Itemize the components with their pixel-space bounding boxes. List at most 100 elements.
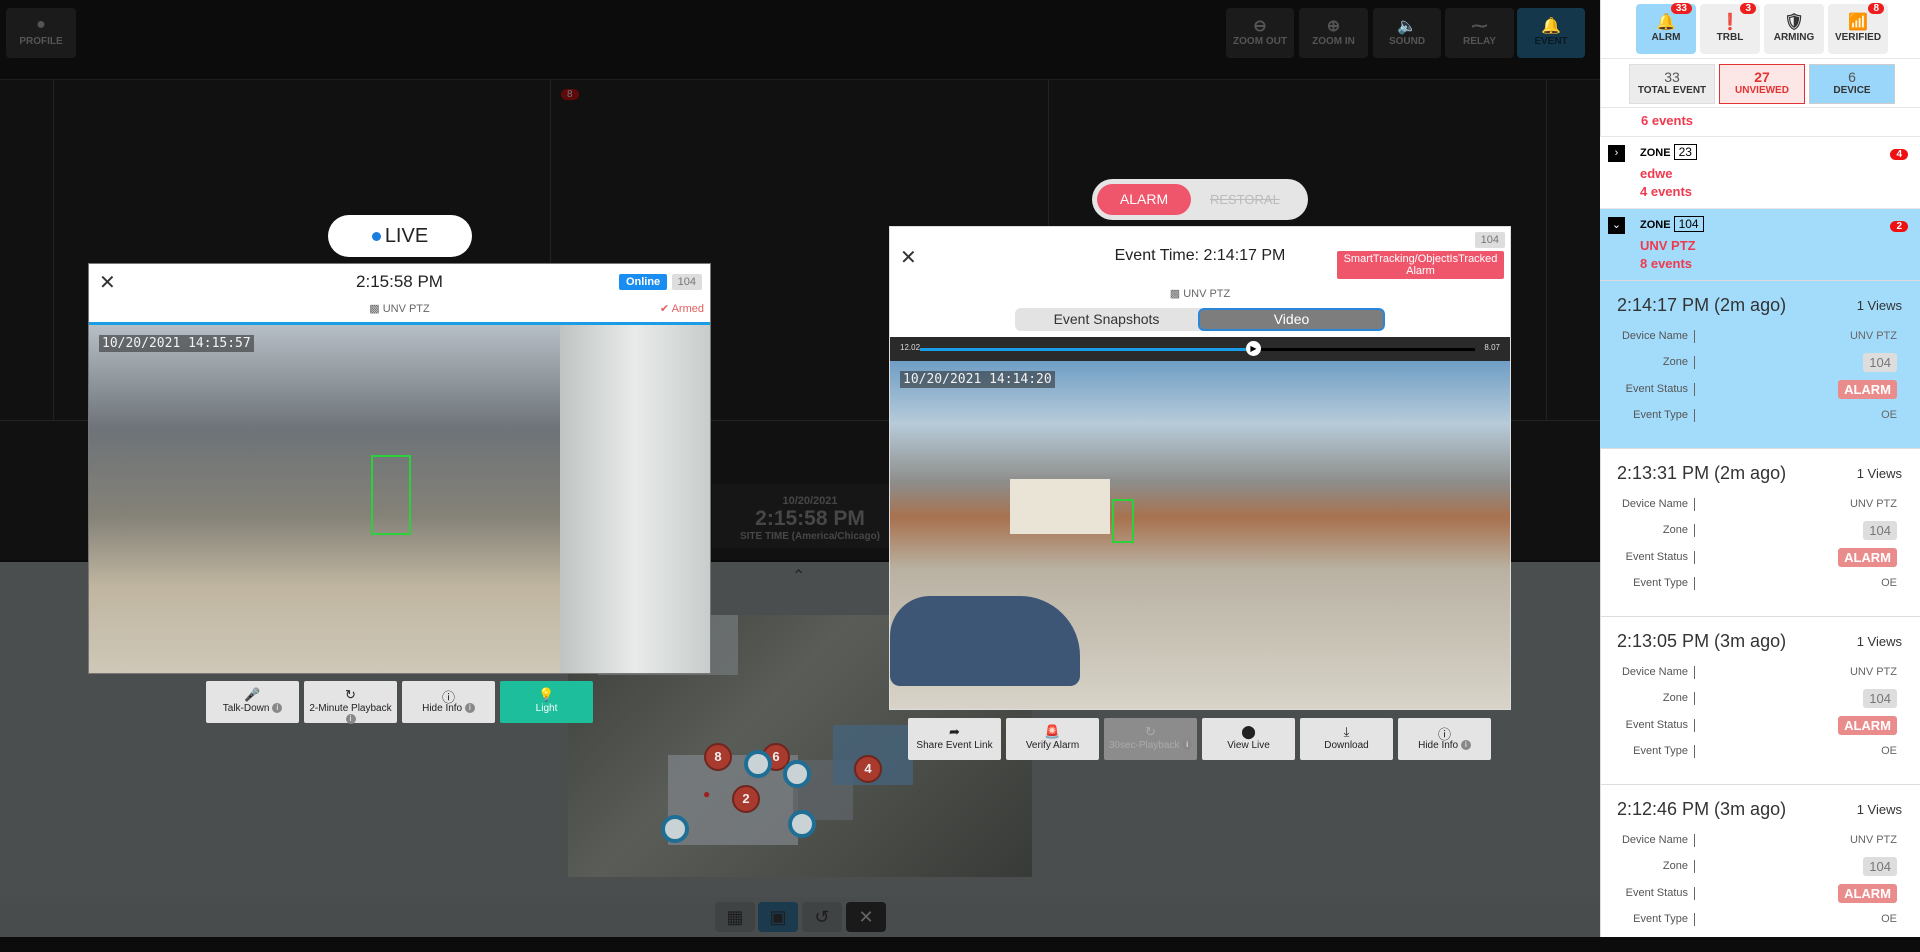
history-button[interactable]: ↺ [802, 902, 842, 932]
zoom-in-label: ZOOM IN [1312, 36, 1355, 47]
live-time: 2:15:58 PM [356, 272, 443, 291]
field-label: Zone [1663, 860, 1695, 873]
relay-label: RELAY [1463, 36, 1496, 47]
site-timezone: SITE TIME (America/Chicago) [739, 531, 881, 542]
count-badge: 3 [1740, 3, 1756, 14]
zone-label: ZONE [1640, 147, 1671, 159]
info-icon: ⓘ [1437, 727, 1451, 742]
map-view-button[interactable]: ▣ [758, 902, 798, 932]
download-label: Download [1324, 740, 1369, 751]
stat-value: 27 [1754, 69, 1770, 85]
hide-info-button[interactable]: ⓘ Hide Info i [1398, 718, 1491, 760]
status-badge: ALARM [1838, 716, 1897, 735]
event-button[interactable]: 🔔 EVENT [1517, 8, 1585, 58]
alarm-toggle-option[interactable]: ALARM [1097, 184, 1191, 215]
chevron-down-icon[interactable]: ⌄ [1608, 217, 1625, 234]
previous-zone-events: 6 events [1641, 113, 1694, 128]
event-list-item[interactable]: 2:13:05 PM (3m ago) 1 Views Device Name U… [1600, 616, 1920, 784]
grid-camera-badge: 8 [561, 89, 579, 100]
zone-number: 23 [1673, 144, 1697, 160]
field-label: Event Status [1626, 719, 1695, 732]
field-label: Zone [1663, 356, 1695, 369]
profile-button[interactable]: ● PROFILE [6, 8, 76, 58]
event-view-tabs: Event Snapshots Video [1015, 308, 1385, 331]
alarm-restoral-toggle[interactable]: ALARM RESTORAL [1092, 179, 1308, 220]
filter-verified[interactable]: 8 📶 VERIFIED [1828, 3, 1888, 54]
device-stat[interactable]: 6 DEVICE [1809, 64, 1895, 104]
event-list-item[interactable]: 2:14:17 PM (2m ago) 1 Views Device Name U… [1600, 280, 1920, 448]
hide-info-button[interactable]: ⓘ Hide Info i [402, 681, 495, 723]
unviewed-stat[interactable]: 27 UNVIEWED [1719, 64, 1805, 104]
live-video-feed[interactable]: 10/20/2021 14:15:57 [89, 325, 710, 673]
replay-icon: ↻ [345, 687, 356, 702]
play-icon[interactable]: ▶ [1246, 341, 1261, 356]
alarm-bell-icon: 🔔 [1656, 14, 1676, 31]
zoom-out-label: ZOOM OUT [1233, 36, 1287, 47]
field-label: Event Status [1626, 551, 1695, 564]
stat-label: DEVICE [1833, 85, 1871, 96]
view-live-label: View Live [1227, 740, 1270, 751]
zone-group[interactable]: ⌄ ZONE 104 2 UNV PTZ 8 events [1600, 208, 1920, 280]
light-button[interactable]: 💡 Light [500, 681, 593, 723]
close-view-button[interactable]: ✕ [846, 902, 886, 932]
two-minute-playback-button[interactable]: ↻ 2-Minute Playback i [304, 681, 397, 725]
total-event-stat[interactable]: 33 TOTAL EVENT [1629, 64, 1715, 104]
map-marker[interactable]: 2 [732, 785, 760, 813]
field-label: Event Type [1633, 577, 1695, 590]
zoom-in-icon: ⊕ [1326, 18, 1341, 35]
scrub-end-time: 8.07 [1484, 343, 1500, 352]
zone-group[interactable]: › ZONE 23 4 edwe 4 events [1600, 136, 1920, 208]
video-timestamp: 10/20/2021 14:15:57 [99, 335, 254, 352]
camera-marker-icon[interactable] [661, 815, 689, 843]
thirty-sec-playback-button[interactable]: ↻ 30sec-Playback i [1104, 718, 1197, 760]
expand-up-icon[interactable]: ⌃ [792, 566, 805, 586]
camera-marker-icon[interactable] [744, 750, 772, 778]
zone-count-badge: 4 [1890, 149, 1908, 160]
event-list-item[interactable]: 2:13:31 PM (2m ago) 1 Views Device Name U… [1600, 448, 1920, 616]
verify-label: Verify Alarm [1025, 740, 1080, 751]
playback-label: 30sec-Playback [1108, 740, 1180, 751]
event-time: 2:14:17 PM (2m ago) [1617, 295, 1787, 315]
grid-view-button[interactable]: ▦ [715, 902, 755, 932]
tab-event-snapshots[interactable]: Event Snapshots [1015, 308, 1198, 331]
share-event-link-button[interactable]: ➦ Share Event Link [908, 718, 1001, 760]
site-time: 10/20/2021 2:15:58 PM SITE TIME (America… [712, 484, 908, 548]
sound-button[interactable]: 🔈 SOUND [1373, 8, 1441, 58]
event-actions: ➦ Share Event Link 🚨 Verify Alarm ↻ 30sec-P… [908, 718, 1491, 760]
tab-video[interactable]: Video [1198, 308, 1385, 331]
zoom-in-button[interactable]: ⊕ ZOOM IN [1299, 8, 1368, 58]
filter-alarm[interactable]: 33 🔔 ALRM [1636, 3, 1696, 54]
stat-value: 33 [1664, 69, 1680, 85]
light-label: Light [535, 703, 558, 714]
field-label: Event Type [1633, 913, 1695, 926]
zoom-out-button[interactable]: ⊖ ZOOM OUT [1226, 8, 1294, 58]
status-badge: ALARM [1838, 548, 1897, 567]
chevron-right-icon[interactable]: › [1608, 145, 1625, 162]
live-camera-panel: ✕ 2:15:58 PM Online 104 ▩ UNV PTZ ✔ Arme… [88, 263, 711, 674]
view-live-button[interactable]: ⬤ View Live [1202, 718, 1295, 760]
tracking-box [1112, 499, 1134, 543]
restoral-toggle-option[interactable]: RESTORAL [1210, 184, 1290, 215]
event-video-feed[interactable]: 10/20/2021 14:14:20 [890, 361, 1510, 709]
talk-down-button[interactable]: 🎤 Talk-Down i [206, 681, 299, 723]
download-button[interactable]: ⤓ Download [1300, 718, 1393, 760]
event-type: OE [1881, 577, 1897, 589]
camera-marker-icon[interactable] [788, 810, 816, 838]
info-icon: i [272, 703, 283, 714]
relay-button[interactable]: ⁓ RELAY [1445, 8, 1514, 58]
verify-alarm-button[interactable]: 🚨 Verify Alarm [1006, 718, 1099, 760]
bottom-bar [0, 897, 1600, 937]
filter-arming[interactable]: 🛡 ARMING [1764, 4, 1824, 54]
filter-trouble[interactable]: 3 ❗ TRBL [1700, 3, 1760, 54]
zone-count-badge: 2 [1890, 221, 1908, 232]
share-icon: ➦ [949, 724, 960, 739]
wireless-device-icon: 📶 [1848, 14, 1868, 31]
map-marker[interactable]: 8 [704, 743, 732, 771]
light-bulb-icon: 💡 [538, 687, 555, 702]
event-list-item[interactable]: 2:12:46 PM (3m ago) 1 Views Device Name U… [1600, 784, 1920, 952]
field-label: Zone [1663, 524, 1695, 537]
camera-marker-icon[interactable] [783, 760, 811, 788]
map-marker[interactable]: 4 [854, 755, 882, 783]
tracking-box [371, 455, 411, 535]
video-scrubber[interactable]: 12.02 ▶ 8.07 [890, 337, 1510, 361]
